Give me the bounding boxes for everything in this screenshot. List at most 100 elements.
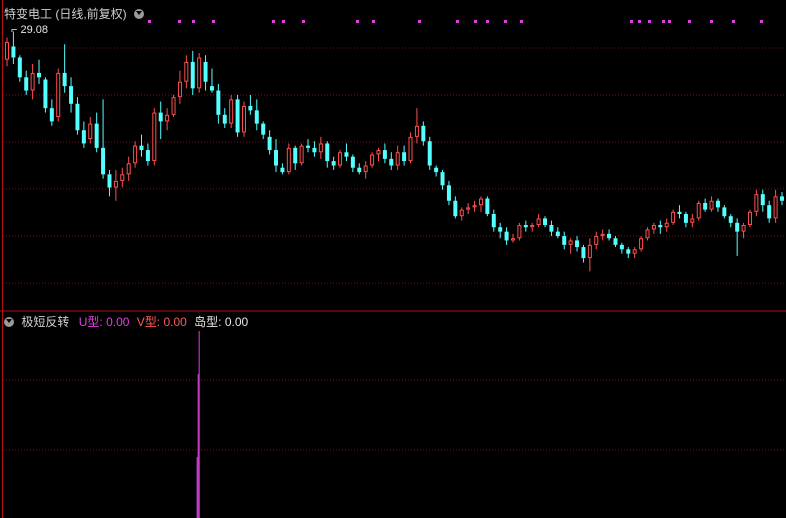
u-type-label: U型:: [78, 315, 103, 329]
signal-dot: [302, 20, 305, 23]
signal-dot: [148, 20, 151, 23]
candle-body-up: [113, 180, 118, 188]
candle-body-up: [286, 147, 291, 173]
candle-body-up: [696, 202, 701, 219]
candle-body-up: [229, 99, 234, 124]
signal-dot: [418, 20, 421, 23]
candle-body-down: [389, 158, 394, 166]
candle-body-up: [408, 136, 413, 162]
signal-dot: [212, 20, 215, 23]
candle-body-down: [658, 225, 663, 228]
indicator-title: 极短反转: [21, 315, 70, 329]
candle-body-down: [446, 185, 451, 201]
candle-body-down: [331, 161, 336, 166]
candle-body-up: [299, 145, 304, 164]
candle-body-down: [357, 167, 362, 173]
candle-body-down: [190, 61, 195, 89]
signal-dot: [372, 20, 375, 23]
candle-body-up: [536, 218, 541, 226]
candle-body-down: [75, 103, 80, 131]
candle-body-up: [568, 240, 573, 245]
main-price-chart[interactable]: [0, 0, 786, 518]
candle-body-down: [293, 147, 298, 164]
candle-body-up: [709, 200, 714, 210]
candle-body-down: [261, 123, 266, 135]
candle-body-down: [203, 61, 208, 82]
candle-body-up: [120, 174, 125, 181]
candle-body-down: [735, 222, 740, 232]
candle-body-down: [94, 123, 99, 148]
candle-body-down: [767, 205, 772, 219]
candle-body-down: [49, 108, 54, 122]
candle-body-down: [619, 244, 624, 250]
candle-body-down: [235, 99, 240, 133]
candle-body-down: [523, 225, 528, 228]
signal-dot: [272, 20, 275, 23]
candle-body-down: [760, 194, 765, 206]
candle-body-up: [773, 196, 778, 219]
candle-body-down: [504, 231, 509, 241]
candle-body-down: [274, 150, 279, 166]
signal-dot: [630, 20, 633, 23]
candle-body-up: [184, 61, 189, 82]
candle-body-down: [267, 136, 272, 151]
candle-body-down: [11, 46, 16, 58]
candle-body-down: [728, 216, 733, 223]
signal-dot: [732, 20, 735, 23]
candle-body-down: [722, 207, 727, 217]
candle-body-up: [639, 238, 644, 250]
candle-body-up: [56, 72, 61, 117]
candle-body-up: [241, 105, 246, 133]
signal-dot: [504, 20, 507, 23]
candle-body-down: [421, 125, 426, 142]
v-type-label: V型:: [136, 315, 161, 329]
candle-body-up: [510, 238, 515, 241]
candle-body-down: [209, 86, 214, 91]
signal-dot: [356, 20, 359, 23]
candle-body-down: [402, 152, 407, 162]
candle-body-down: [24, 77, 29, 91]
candle-body-down: [549, 225, 554, 232]
signal-dot: [668, 20, 671, 23]
candle-body-up: [126, 163, 131, 175]
candle-body-down: [382, 150, 387, 159]
candle-body-up: [5, 42, 9, 60]
u-type-value: 0.00: [106, 315, 130, 329]
candle-body-down: [280, 167, 285, 173]
candle-body-down: [440, 172, 445, 186]
candle-body-down: [555, 231, 560, 237]
chevron-down-icon[interactable]: [4, 317, 14, 327]
candle-body-down: [613, 238, 618, 245]
candle-body-down: [101, 147, 106, 175]
candle-body-up: [466, 207, 471, 210]
candle-body-down: [69, 86, 74, 104]
candle-body-up: [177, 81, 182, 98]
candle-body-down: [216, 90, 221, 115]
candle-body-up: [30, 72, 35, 91]
candle-body-down: [81, 130, 86, 144]
candle-body-up: [754, 194, 759, 212]
candle-body-down: [37, 72, 42, 78]
chart-window: 特变电工 (日线,前复权) ⌐ 29.08 极短反转 U型: 0.00 V型: …: [0, 0, 786, 518]
candle-body-down: [139, 145, 144, 151]
candle-body-up: [395, 152, 400, 166]
candle-body-up: [587, 244, 592, 259]
max-price-label: 29.08: [20, 24, 49, 36]
candle-body-up: [594, 236, 599, 245]
chevron-down-icon[interactable]: [134, 9, 145, 19]
candle-body-down: [254, 110, 259, 124]
candle-body-down: [312, 147, 317, 153]
candle-body-up: [338, 152, 343, 166]
signal-dot: [710, 20, 713, 23]
candle-body-down: [703, 202, 708, 210]
candle-body-up: [363, 165, 368, 173]
candle-body-down: [453, 200, 458, 217]
candle-body-up: [645, 229, 650, 239]
candle-body-down: [677, 211, 682, 214]
candle-body-down: [434, 167, 439, 173]
candle-body-up: [165, 114, 170, 122]
indicator-pane-header: 极短反转 U型: 0.00 V型: 0.00 岛型: 0.00: [4, 313, 248, 330]
candle-body-down: [62, 72, 67, 87]
signal-dot: [638, 20, 641, 23]
candle-body-up: [171, 97, 176, 115]
